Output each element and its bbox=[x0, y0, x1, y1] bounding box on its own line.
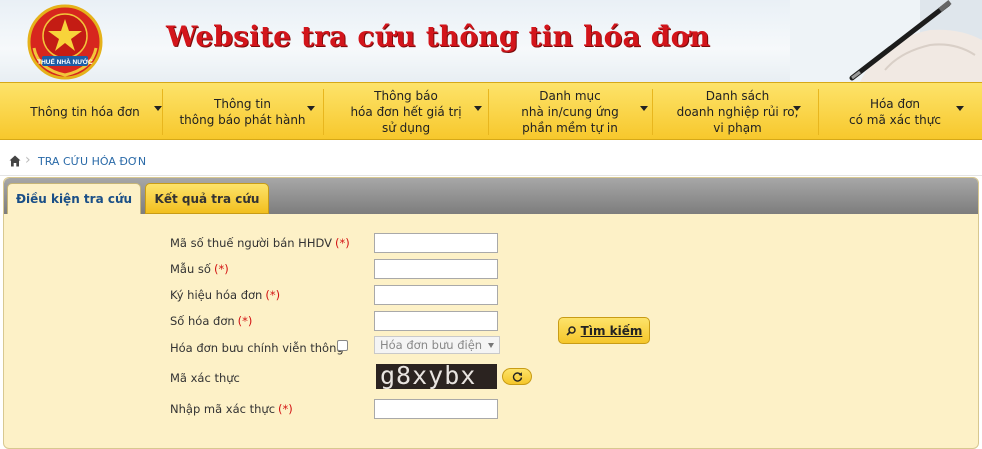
caret-down-icon bbox=[307, 106, 315, 111]
postal-select-value: Hóa đơn bưu điện bbox=[380, 338, 483, 352]
site-header: THUẾ NHÀ NƯỚC Website tra cứu thông tin … bbox=[0, 0, 982, 82]
tax-emblem-logo[interactable]: THUẾ NHÀ NƯỚC bbox=[18, 3, 112, 81]
nav-label: Danh mục nhà in/cung ứng phần mềm tự in bbox=[521, 89, 619, 135]
captcha-refresh-button[interactable] bbox=[502, 368, 532, 385]
search-button-label: Tìm kiếm bbox=[580, 323, 643, 338]
nav-label: Thông tin thông báo phát hành bbox=[179, 97, 306, 127]
nav-item-invoice-info[interactable]: Thông tin hóa đơn bbox=[10, 83, 162, 141]
required-marker: (*) bbox=[278, 402, 293, 416]
nav-divider bbox=[323, 89, 324, 135]
captcha-input-label: Nhập mã xác thực (*) bbox=[170, 402, 293, 416]
caret-down-icon bbox=[640, 106, 648, 111]
nav-item-printer-list[interactable]: Danh mục nhà in/cung ứng phần mềm tự in bbox=[490, 83, 650, 141]
home-icon[interactable] bbox=[9, 155, 21, 167]
nav-label: Danh sách doanh nghiệp rủi ro, vi phạm bbox=[676, 89, 799, 135]
postal-invoice-select[interactable]: Hóa đơn bưu điện bbox=[374, 336, 500, 354]
template-number-input[interactable] bbox=[374, 259, 498, 279]
tab-search-conditions[interactable]: Điều kiện tra cứu bbox=[7, 183, 141, 214]
dropdown-arrow-icon bbox=[488, 343, 494, 348]
nav-divider bbox=[488, 89, 489, 135]
nav-label: Hóa đơn có mã xác thực bbox=[849, 97, 941, 127]
nav-item-auth-code-invoices[interactable]: Hóa đơn có mã xác thực bbox=[820, 83, 970, 141]
refresh-icon bbox=[512, 372, 523, 382]
breadcrumb: › TRA CỨU HÓA ĐƠN bbox=[0, 146, 982, 176]
seller-tax-code-input[interactable] bbox=[374, 233, 498, 253]
nav-divider bbox=[162, 89, 163, 135]
captcha-text: g8xybx bbox=[380, 364, 477, 389]
nav-label: Thông tin hóa đơn bbox=[30, 105, 140, 119]
seller-tax-code-label: Mã số thuế người bán HHDV (*) bbox=[170, 236, 350, 250]
caret-down-icon bbox=[956, 106, 964, 111]
site-title: Website tra cứu thông tin hóa đơn bbox=[166, 20, 711, 53]
caret-down-icon bbox=[793, 106, 801, 111]
search-button[interactable]: Tìm kiếm bbox=[558, 317, 650, 344]
nav-item-issuance-notice[interactable]: Thông tin thông báo phát hành bbox=[165, 83, 320, 141]
search-icon bbox=[566, 325, 576, 336]
captcha-image: g8xybx bbox=[376, 364, 497, 389]
invoice-symbol-label: Ký hiệu hóa đơn (*) bbox=[170, 288, 281, 302]
search-panel: Điều kiện tra cứu Kết quả tra cứu Mã số … bbox=[3, 177, 979, 449]
nav-label: Thông báo hóa đơn hết giá trị sử dụng bbox=[350, 89, 462, 135]
template-number-label: Mẫu số (*) bbox=[170, 262, 229, 276]
required-marker: (*) bbox=[213, 262, 229, 276]
required-marker: (*) bbox=[237, 314, 253, 328]
postal-invoice-label: Hóa đơn bưu chính viễn thông bbox=[170, 341, 344, 355]
tab-bar: Điều kiện tra cứu Kết quả tra cứu bbox=[4, 178, 978, 214]
main-navigation: Thông tin hóa đơn Thông tin thông báo ph… bbox=[0, 82, 982, 140]
required-marker: (*) bbox=[335, 236, 350, 250]
pen-hand-illustration bbox=[790, 0, 982, 82]
nav-item-risk-enterprises[interactable]: Danh sách doanh nghiệp rủi ro, vi phạm bbox=[655, 83, 820, 141]
nav-divider bbox=[652, 89, 653, 135]
nav-divider bbox=[818, 89, 819, 135]
caret-down-icon bbox=[474, 106, 482, 111]
caret-down-icon bbox=[154, 106, 162, 111]
nav-item-expired-invoices[interactable]: Thông báo hóa đơn hết giá trị sử dụng bbox=[326, 83, 486, 141]
postal-invoice-checkbox[interactable] bbox=[337, 340, 348, 351]
tab-search-results[interactable]: Kết quả tra cứu bbox=[145, 183, 269, 214]
captcha-input[interactable] bbox=[374, 399, 498, 419]
invoice-number-input[interactable] bbox=[374, 311, 498, 331]
captcha-label: Mã xác thực bbox=[170, 371, 240, 385]
required-marker: (*) bbox=[265, 288, 281, 302]
invoice-number-label: Số hóa đơn (*) bbox=[170, 314, 253, 328]
invoice-symbol-input[interactable] bbox=[374, 285, 498, 305]
breadcrumb-current: TRA CỨU HÓA ĐƠN bbox=[38, 155, 147, 168]
chevron-right-icon: › bbox=[25, 152, 31, 168]
